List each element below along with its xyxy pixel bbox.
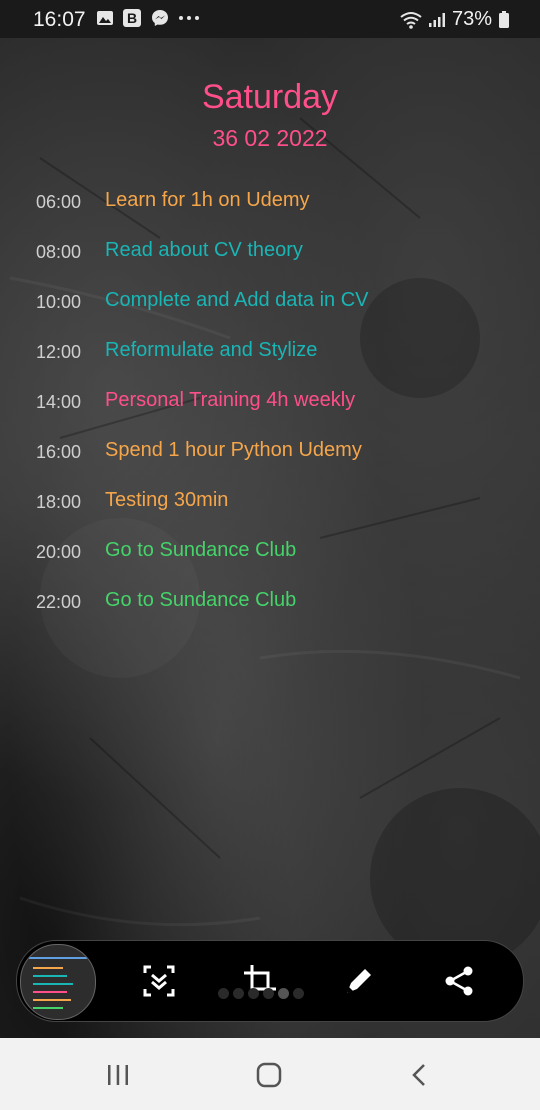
status-time: 16:07	[33, 8, 86, 31]
schedule-task: Personal Training 4h weekly	[105, 389, 356, 411]
schedule-row[interactable]: 16:00 Spend 1 hour Python Udemy	[0, 436, 540, 470]
more-dots-icon	[179, 16, 199, 20]
schedule-task: Complete and Add data in CV	[105, 289, 369, 311]
schedule-task: Go to Sundance Club	[105, 589, 297, 611]
home-icon[interactable]	[254, 1060, 284, 1090]
schedule-time: 14:00	[36, 392, 82, 412]
recents-icon[interactable]	[103, 1060, 133, 1090]
status-right-icons: 73%	[400, 8, 510, 31]
schedule-time: 16:00	[36, 442, 82, 462]
schedule-row[interactable]: 08:00 Read about CV theory	[0, 236, 540, 270]
schedule-task: Testing 30min	[105, 489, 229, 511]
page-indicator	[218, 988, 304, 999]
schedule-task: Learn for 1h on Udemy	[105, 189, 310, 211]
schedule-time: 18:00	[36, 492, 82, 512]
back-icon[interactable]	[405, 1060, 435, 1090]
day-title: Saturday	[201, 78, 339, 116]
signal-icon	[428, 12, 445, 27]
schedule-time: 10:00	[36, 292, 82, 312]
page-dot	[218, 988, 229, 999]
status-left-icons: B	[96, 8, 200, 28]
screenshot-thumbnail[interactable]	[20, 944, 96, 1020]
system-navbar	[0, 1038, 540, 1110]
page-dot	[293, 988, 304, 999]
screenshot-toolbar	[16, 940, 524, 1022]
schedule-time: 20:00	[36, 542, 82, 562]
image-icon	[97, 11, 113, 25]
scroll-capture-icon[interactable]	[141, 963, 177, 999]
page-dot	[263, 988, 274, 999]
svg-text:B: B	[127, 10, 137, 26]
schedule-task: Reformulate and Stylize	[105, 339, 318, 361]
schedule-row[interactable]: 12:00 Reformulate and Stylize	[0, 336, 540, 370]
wifi-icon	[400, 11, 422, 29]
schedule-task: Go to Sundance Club	[105, 539, 297, 561]
draw-icon[interactable]	[341, 963, 377, 999]
battery-percent: 73%	[451, 8, 492, 30]
schedule-time: 06:00	[36, 192, 82, 212]
battery-icon	[499, 10, 509, 28]
schedule-row[interactable]: 14:00 Personal Training 4h weekly	[0, 386, 540, 420]
schedule-time: 08:00	[36, 242, 82, 262]
schedule-row[interactable]: 10:00 Complete and Add data in CV	[0, 286, 540, 320]
schedule-row[interactable]: 22:00 Go to Sundance Club	[0, 586, 540, 620]
schedule-row[interactable]: 20:00 Go to Sundance Club	[0, 536, 540, 570]
share-icon[interactable]	[442, 963, 478, 999]
schedule-time: 12:00	[36, 342, 82, 362]
page-dot	[233, 988, 244, 999]
schedule-time: 22:00	[36, 592, 82, 612]
page-dot	[248, 988, 259, 999]
messenger-icon	[152, 10, 168, 26]
schedule-row[interactable]: 18:00 Testing 30min	[0, 486, 540, 520]
schedule-task: Spend 1 hour Python Udemy	[105, 439, 362, 461]
schedule-task: Read about CV theory	[105, 239, 303, 261]
schedule-row[interactable]: 06:00 Learn for 1h on Udemy	[0, 186, 540, 220]
b-app-icon: B	[123, 9, 141, 27]
page-dot-active	[278, 988, 289, 999]
date-subtitle: 36 02 2022	[212, 125, 328, 151]
status-bar: 16:07 B 73%	[0, 0, 540, 38]
